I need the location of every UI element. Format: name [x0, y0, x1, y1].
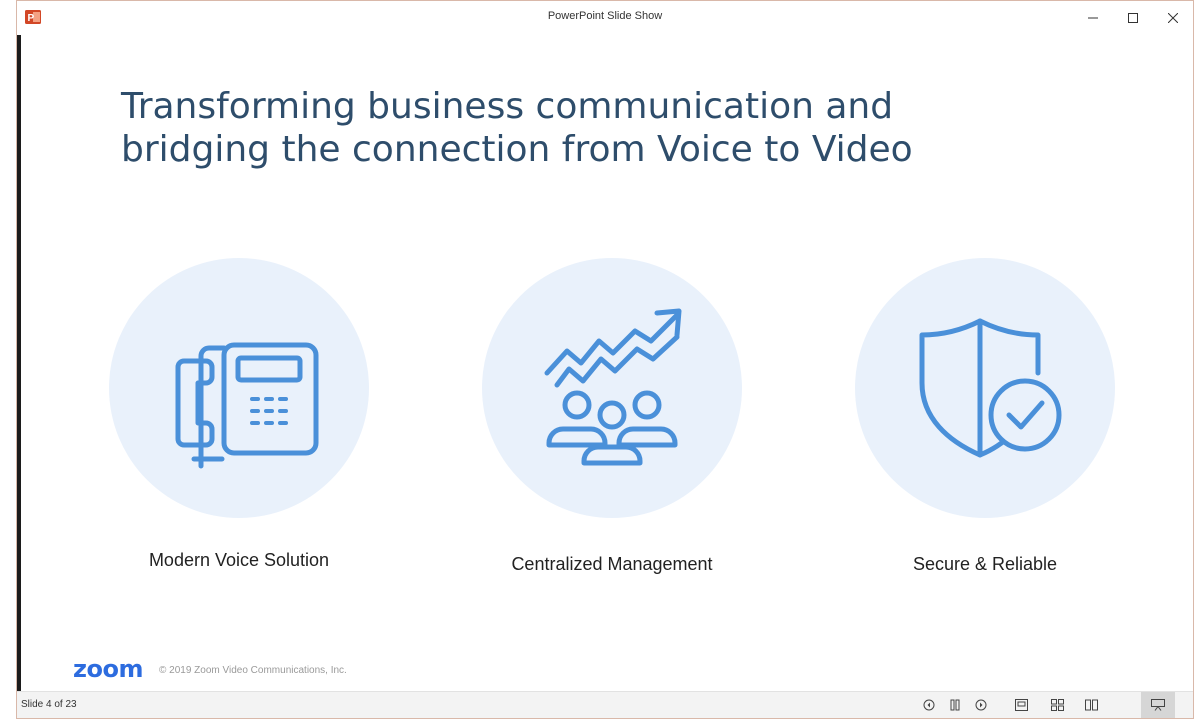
shield-check-icon [919, 318, 1062, 458]
feature-label: Centralized Management [511, 554, 713, 574]
minimize-icon [1088, 17, 1098, 19]
next-slide-button[interactable] [971, 696, 991, 714]
window-title: PowerPoint Slide Show [547, 10, 663, 22]
reading-view-button[interactable] [1081, 696, 1101, 714]
normal-view-button[interactable] [1011, 696, 1031, 714]
zoom-logo: zoom [73, 655, 143, 683]
desk-phone-icon [175, 342, 319, 469]
feature-secure-reliable: Secure & Reliable [835, 258, 1135, 574]
slide-menu-button[interactable] [945, 696, 965, 714]
growth-team-icon [544, 308, 682, 466]
feature-circle [482, 258, 742, 518]
previous-icon [923, 699, 935, 711]
next-icon [975, 699, 987, 711]
status-bar: Slide 4 of 23 [17, 691, 1193, 718]
reading-view-icon [1084, 699, 1098, 711]
previous-slide-button[interactable] [919, 696, 939, 714]
pause-icon [950, 699, 960, 711]
powerpoint-window: P PowerPoint Slide Show Transforming bus… [16, 0, 1194, 719]
slide-show-button[interactable] [1141, 692, 1175, 718]
maximize-button[interactable] [1113, 1, 1153, 35]
slide-show-icon [1151, 699, 1165, 711]
slide-sorter-icon [1050, 699, 1064, 711]
minimize-button[interactable] [1073, 1, 1113, 35]
copyright-text: © 2019 Zoom Video Communications, Inc. [159, 665, 347, 676]
feature-centralized-management: Centralized Management [462, 258, 762, 574]
feature-circle [109, 258, 369, 518]
feature-modern-voice: Modern Voice Solution [89, 258, 389, 570]
slide-title: Transforming business communication and … [121, 85, 1061, 171]
slide-title-line-1: Transforming business communication and [121, 86, 894, 127]
close-icon [1168, 13, 1178, 23]
close-button[interactable] [1153, 1, 1193, 35]
normal-view-icon [1014, 699, 1028, 711]
slide-counter: Slide 4 of 23 [21, 699, 77, 710]
maximize-icon [1128, 13, 1138, 23]
slide-sorter-button[interactable] [1047, 696, 1067, 714]
feature-circle [855, 258, 1115, 518]
slide-title-line-2: bridging the connection from Voice to Vi… [121, 129, 913, 171]
title-bar: P PowerPoint Slide Show [17, 1, 1193, 35]
feature-label: Secure & Reliable [912, 554, 1058, 574]
feature-label: Modern Voice Solution [148, 550, 330, 570]
slide-canvas[interactable]: Transforming business communication and … [17, 35, 1193, 693]
